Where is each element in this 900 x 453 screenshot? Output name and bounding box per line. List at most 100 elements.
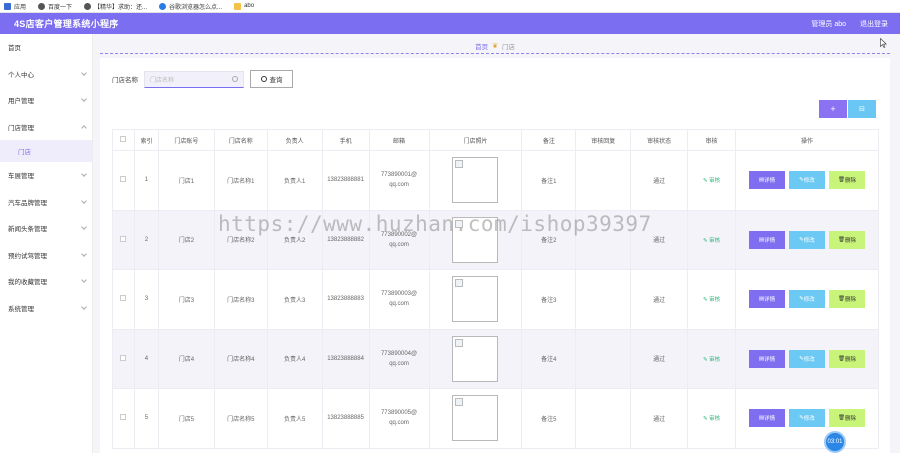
row-checkbox[interactable] — [112, 388, 135, 449]
batch-delete-button[interactable]: ⊟ — [848, 100, 876, 118]
search-icon — [260, 76, 267, 82]
bookmarks-bar: 应用 百度一下 【精华】求助：还... 谷歌浏览器怎么点... abo — [0, 0, 900, 13]
chevron-down-icon — [81, 250, 87, 257]
delete-button[interactable]: 🗑 删除 — [828, 409, 865, 428]
edit-button[interactable]: ✎ 修改 — [788, 171, 825, 190]
sidebar-item-label: 新闻头条管理 — [8, 226, 47, 234]
chevron-down-icon — [81, 277, 87, 284]
audit-link[interactable]: ✎ 审核 — [703, 238, 720, 244]
cell-email: 773890005@ qq.com — [368, 388, 430, 449]
sidebar-item[interactable]: 预约试驾管理 — [0, 242, 92, 269]
apps-grid-icon — [4, 2, 11, 10]
search-form: 门店名称 门店名称 查询 — [112, 70, 293, 88]
table-row: 5 门店5 门店名称5 负责人5 13823888885 773890005@ qq.com… — [112, 388, 880, 449]
bookmark-item[interactable]: 百度一下 — [38, 2, 72, 11]
edit-button[interactable]: ✎ 修改 — [788, 349, 825, 368]
detail-button[interactable]: ▤ 详情 — [748, 171, 785, 190]
detail-button[interactable]: ▤ 详情 — [748, 409, 785, 428]
sidebar-item-label: 用户管理 — [8, 98, 34, 106]
sidebar-item-label: 门店 — [18, 149, 31, 156]
chevron-down-icon — [81, 224, 87, 231]
bookmark-label: 应用 — [14, 4, 27, 11]
breadcrumb-home[interactable]: 首页 — [475, 41, 488, 51]
edit-button[interactable]: ✎ 修改 — [788, 409, 825, 428]
sidebar-item[interactable]: 首页 — [0, 34, 92, 61]
column-header: 审核回复 — [575, 129, 632, 151]
cell-manager: 负责人3 — [266, 269, 323, 330]
row-checkbox[interactable] — [112, 209, 135, 270]
edit-button[interactable]: ✎ 修改 — [788, 290, 825, 309]
sidebar-item[interactable]: 个人中心 — [0, 61, 92, 88]
cell-account: 门店4 — [157, 328, 215, 389]
top-header: 4S店客户管理系统小程序 管理员 abo 退出登录 — [0, 13, 900, 34]
cell-email: 773890002@ qq.com — [368, 209, 430, 270]
edit-button[interactable]: ✎ 修改 — [788, 230, 825, 249]
audit-link[interactable]: ✎ 审核 — [703, 416, 720, 422]
audit-link[interactable]: ✎ 审核 — [703, 357, 720, 363]
delete-button[interactable]: 🗑 删除 — [828, 349, 865, 368]
sidebar-item[interactable]: 用户管理 — [0, 87, 92, 114]
detail-button[interactable]: ▤ 详情 — [748, 290, 785, 309]
detail-button[interactable]: ▤ 详情 — [748, 349, 785, 368]
sidebar-item[interactable]: 我的收藏管理 — [0, 268, 92, 295]
cell-operations: ▤ 详情 ✎ 修改 🗑 删除 — [734, 328, 880, 389]
store-name-search-input[interactable]: 门店名称 — [144, 70, 244, 88]
add-button[interactable]: + — [819, 100, 847, 118]
chevron-up-icon — [81, 124, 87, 131]
delete-button-label: 删除 — [844, 297, 856, 304]
column-header: 审核 — [687, 129, 736, 151]
sidebar-item-label: 车展管理 — [8, 173, 34, 181]
select-all-checkbox[interactable] — [112, 129, 135, 151]
column-header: 门店名称 — [213, 129, 268, 151]
cell-email: 773890003@ qq.com — [368, 269, 430, 330]
cell-name: 门店名称4 — [213, 328, 268, 389]
logout-link[interactable]: 退出登录 — [860, 19, 888, 29]
sidebar-item-label: 系统管理 — [8, 305, 34, 313]
row-checkbox[interactable] — [112, 269, 135, 330]
cell-email: 773890004@ qq.com — [368, 328, 430, 389]
row-checkbox[interactable] — [112, 328, 135, 389]
audit-link[interactable]: ✎ 审核 — [703, 297, 720, 303]
delete-button[interactable]: 🗑 删除 — [828, 290, 865, 309]
delete-button[interactable]: 🗑 删除 — [828, 230, 865, 249]
cell-manager: 负责人1 — [266, 150, 323, 211]
audit-link[interactable]: ✎ 审核 — [703, 178, 720, 184]
cell-email: 773890001@ qq.com — [368, 150, 430, 211]
email-line-1: 773890003@ — [380, 291, 418, 298]
audit-label: 审核 — [709, 178, 721, 185]
column-header: 门店照片 — [428, 129, 523, 151]
edit-button-label: 修改 — [803, 416, 815, 423]
query-button[interactable]: 查询 — [250, 70, 293, 88]
content-panel: 门店名称 门店名称 查询 + ⊟ 索引 门店账号 门店名称 负责人 手机 邮箱 门店照片 备注… — [100, 58, 890, 453]
bookmark-item[interactable]: 应用 — [4, 2, 26, 11]
row-checkbox[interactable] — [112, 150, 135, 211]
sidebar-item[interactable]: 门店管理 — [0, 114, 92, 141]
cell-name: 门店名称2 — [213, 209, 268, 270]
broken-image-icon — [452, 335, 499, 382]
sidebar-item[interactable]: 新闻头条管理 — [0, 215, 92, 242]
sidebar-item[interactable]: 系统管理 — [0, 295, 92, 322]
table-row: 4 门店4 门店名称4 负责人4 13823888884 773890004@ qq.com… — [112, 328, 880, 389]
bookmark-item[interactable]: abo — [234, 2, 254, 10]
trash-icon: 🗑 — [837, 296, 845, 303]
cell-manager: 负责人4 — [266, 328, 323, 389]
delete-button[interactable]: 🗑 删除 — [828, 171, 865, 190]
email-line-2: qq.com — [389, 301, 409, 308]
sidebar-item[interactable]: 汽车品牌管理 — [0, 189, 92, 216]
cell-name: 门店名称5 — [213, 388, 268, 449]
breadcrumb-current: 门店 — [501, 43, 515, 51]
cell-status: 通过 — [630, 328, 689, 389]
email-text: 773890005@ qq.com — [372, 408, 427, 428]
cell-reply — [575, 209, 632, 270]
detail-button[interactable]: ▤ 详情 — [748, 230, 785, 249]
bookmark-item[interactable]: 【精华】求助：还... — [84, 2, 147, 11]
cell-remark: 备注5 — [521, 388, 577, 449]
sidebar-item[interactable]: 门店 — [0, 140, 92, 162]
broken-image-icon — [452, 216, 499, 263]
sidebar-item[interactable]: 车展管理 — [0, 162, 92, 189]
bookmark-item[interactable]: 谷歌浏览器怎么点... — [159, 2, 222, 11]
mouse-cursor-icon — [880, 38, 887, 48]
trash-icon: 🗑 — [837, 236, 845, 243]
chevron-down-icon — [81, 197, 87, 204]
sidebar-item-label: 我的收藏管理 — [8, 279, 47, 287]
